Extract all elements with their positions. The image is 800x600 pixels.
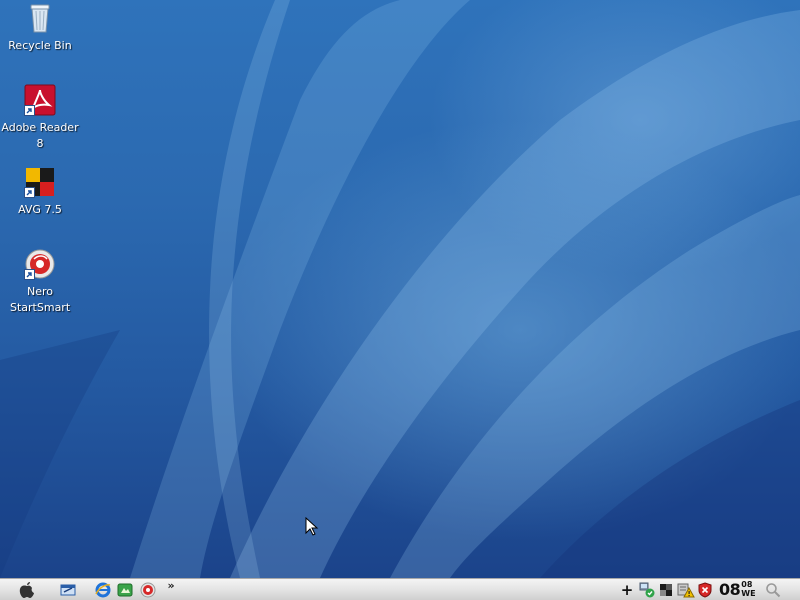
start-button[interactable] [16,581,38,599]
adobe-reader-shortcut[interactable]: Adobe Reader 8 [0,84,80,152]
quicklaunch-overflow-button[interactable]: » [164,578,178,592]
search-button[interactable] [764,581,782,599]
network-tray-button[interactable] [638,581,656,599]
overflow-chevron: » [167,578,175,592]
shield-icon [698,582,712,598]
shield-tray-button[interactable] [697,581,713,599]
media-icon [117,583,133,597]
clock-minutes: 08 [741,580,753,589]
nero-startsmart-shortcut[interactable]: Nero StartSmart [0,248,80,316]
clock-hours: 08 [719,580,741,599]
taskbar: » + 08 08 WE [0,578,800,600]
show-desktop-icon [60,584,76,596]
tray-add-button[interactable]: + [620,581,634,599]
nero-icon [24,248,56,280]
avg-tray-icon [660,584,672,596]
network-icon [639,582,655,598]
desktop[interactable]: Recycle Bin Adobe Reader 8 AVG 7.5 Nero … [0,0,800,578]
recycle-bin-icon-shortcut[interactable]: Recycle Bin [0,2,80,54]
shortcut-arrow-icon [24,105,35,116]
security-alert-icon [677,583,695,598]
clock-day: WE [741,589,756,598]
avg-tray-button[interactable] [658,581,674,599]
shortcut-arrow-icon [24,187,35,198]
avg-shortcut[interactable]: AVG 7.5 [0,166,80,218]
security-alert-tray-button[interactable] [677,581,695,599]
internet-explorer-icon [95,582,111,598]
media-button[interactable] [116,581,134,599]
shortcut-arrow-icon [24,269,35,280]
plus-icon: + [620,581,634,599]
nero-icon [140,582,156,598]
adobe-reader-icon [24,84,56,116]
mouse-cursor-icon [305,517,319,536]
apple-icon [19,582,34,598]
desktop-icon-label: Adobe Reader 8 [1,121,79,150]
desktop-icon-label: AVG 7.5 [18,203,62,216]
show-desktop-button[interactable] [58,581,78,599]
internet-explorer-button[interactable] [94,581,112,599]
clock[interactable]: 08 08 WE [719,580,756,600]
wallpaper [0,0,800,578]
search-icon [766,583,781,598]
avg-icon [24,166,56,198]
desktop-icon-label: Recycle Bin [8,39,72,52]
recycle-bin-icon [24,2,56,34]
nero-button[interactable] [139,581,157,599]
desktop-icon-label: Nero StartSmart [10,285,71,314]
